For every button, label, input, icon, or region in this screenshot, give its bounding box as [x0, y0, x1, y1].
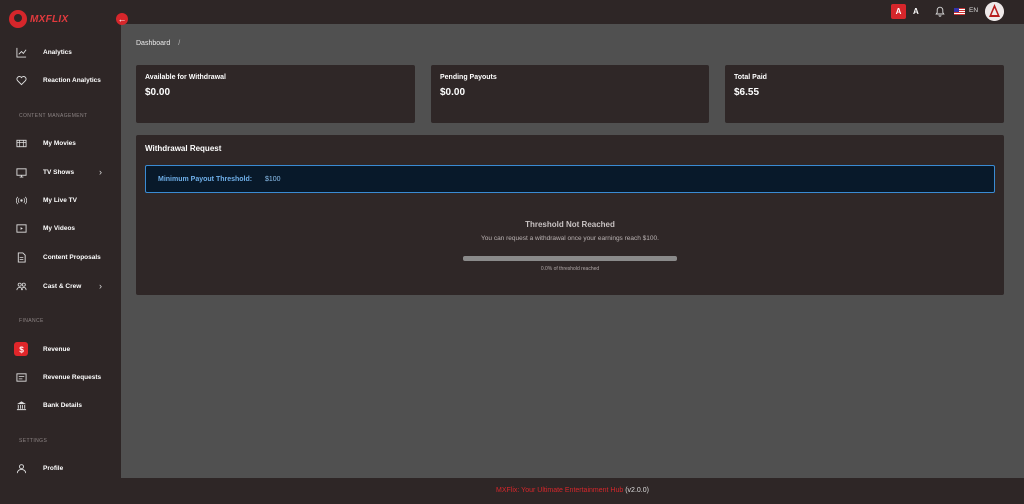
video-icon [14, 221, 28, 235]
threshold-progress-bar [463, 256, 677, 261]
font-size-toggle-active[interactable]: A [891, 4, 906, 19]
sidebar-item-my-live-tv[interactable]: My Live TV [14, 192, 77, 208]
broadcast-icon [14, 193, 28, 207]
breadcrumb-separator: / [178, 40, 181, 47]
card-title: Withdrawal Request [145, 144, 222, 153]
sidebar: MXFLIX Analytics Reaction Analytics CONT… [0, 0, 121, 504]
status-description: You can request a withdrawal once your e… [481, 235, 659, 242]
sidebar-item-label: TV Shows [43, 168, 75, 176]
sidebar-item-label: Analytics [43, 48, 72, 56]
chevron-right-icon: › [99, 167, 102, 177]
list-icon [14, 370, 28, 384]
section-label-finance: FINANCE [19, 318, 44, 324]
chevron-right-icon: › [99, 281, 102, 291]
section-label-content: CONTENT MANAGEMENT [19, 113, 88, 119]
threshold-value: $100 [265, 176, 281, 183]
sidebar-item-revenue-requests[interactable]: Revenue Requests [14, 369, 101, 385]
bank-icon [14, 398, 28, 412]
chart-icon [14, 45, 28, 59]
sidebar-item-revenue[interactable]: $ Revenue [14, 341, 70, 357]
sidebar-item-cast-crew[interactable]: Cast & Crew › [14, 278, 102, 294]
breadcrumb: Dashboard / [136, 40, 180, 47]
sidebar-item-tv-shows[interactable]: TV Shows › [14, 164, 102, 180]
sidebar-collapse-button[interactable]: ← [116, 13, 128, 25]
footer: MXFlix: Your Ultimate Entertainment Hub … [121, 478, 1024, 504]
user-icon [14, 461, 28, 475]
brand-logo[interactable]: MXFLIX [9, 10, 68, 28]
film-icon [14, 136, 28, 150]
sidebar-item-label: Revenue Requests [43, 373, 102, 381]
us-flag-icon [954, 8, 965, 15]
stat-value: $0.00 [145, 87, 171, 98]
threshold-label: Minimum Payout Threshold: [158, 176, 253, 183]
people-icon [14, 279, 28, 293]
sidebar-item-label: Revenue [43, 345, 71, 353]
threshold-alert: Minimum Payout Threshold: $100 [145, 165, 995, 193]
stat-title: Total Paid [734, 74, 767, 81]
sidebar-item-label: My Videos [43, 224, 76, 232]
logo-icon [9, 10, 27, 28]
withdrawal-request-card: Withdrawal Request Minimum Payout Thresh… [136, 135, 1004, 295]
sidebar-item-label: Reaction Analytics [43, 76, 101, 84]
sidebar-item-reaction-analytics[interactable]: Reaction Analytics [14, 72, 101, 88]
stat-title: Available for Withdrawal [145, 74, 226, 81]
brand-name: MXFLIX [30, 13, 69, 25]
language-selector[interactable]: EN [969, 7, 978, 14]
sidebar-item-profile[interactable]: Profile [14, 460, 63, 476]
heart-icon [14, 73, 28, 87]
sidebar-item-content-proposals[interactable]: Content Proposals [14, 249, 101, 265]
sidebar-item-my-movies[interactable]: My Movies [14, 135, 76, 151]
sidebar-item-label: Content Proposals [43, 253, 101, 261]
sidebar-item-label: Bank Details [43, 401, 83, 409]
svg-text:$: $ [19, 345, 24, 354]
progress-text: 0.0% of threshold reached [540, 266, 600, 272]
stat-card-available: Available for Withdrawal $0.00 [136, 65, 415, 123]
stat-value: $6.55 [734, 87, 760, 98]
sidebar-item-analytics[interactable]: Analytics [14, 44, 72, 60]
stat-value: $0.00 [440, 87, 466, 98]
tv-icon [14, 165, 28, 179]
stat-card-total-paid: Total Paid $6.55 [725, 65, 1004, 123]
section-label-settings: SETTINGS [19, 438, 48, 444]
topbar: A A EN [121, 0, 1024, 24]
sidebar-item-label: My Live TV [43, 196, 77, 204]
sidebar-item-label: My Movies [43, 139, 76, 147]
sidebar-item-label: Cast & Crew [43, 282, 82, 290]
footer-brand[interactable]: MXFlix: Your Ultimate Entertainment Hub [496, 487, 623, 494]
avatar[interactable] [985, 2, 1004, 21]
document-icon [14, 250, 28, 264]
stat-card-pending: Pending Payouts $0.00 [431, 65, 709, 123]
breadcrumb-current[interactable]: Dashboard [136, 40, 170, 47]
stat-title: Pending Payouts [440, 74, 497, 81]
sidebar-item-label: Profile [43, 464, 64, 472]
status-title: Threshold Not Reached [525, 220, 615, 229]
footer-version: (v2.0.0) [625, 487, 649, 494]
bell-icon[interactable] [935, 6, 945, 17]
sidebar-item-my-videos[interactable]: My Videos [14, 220, 75, 236]
dollar-icon: $ [14, 342, 28, 356]
sidebar-item-bank-details[interactable]: Bank Details [14, 397, 82, 413]
font-size-toggle[interactable]: A [913, 4, 919, 19]
